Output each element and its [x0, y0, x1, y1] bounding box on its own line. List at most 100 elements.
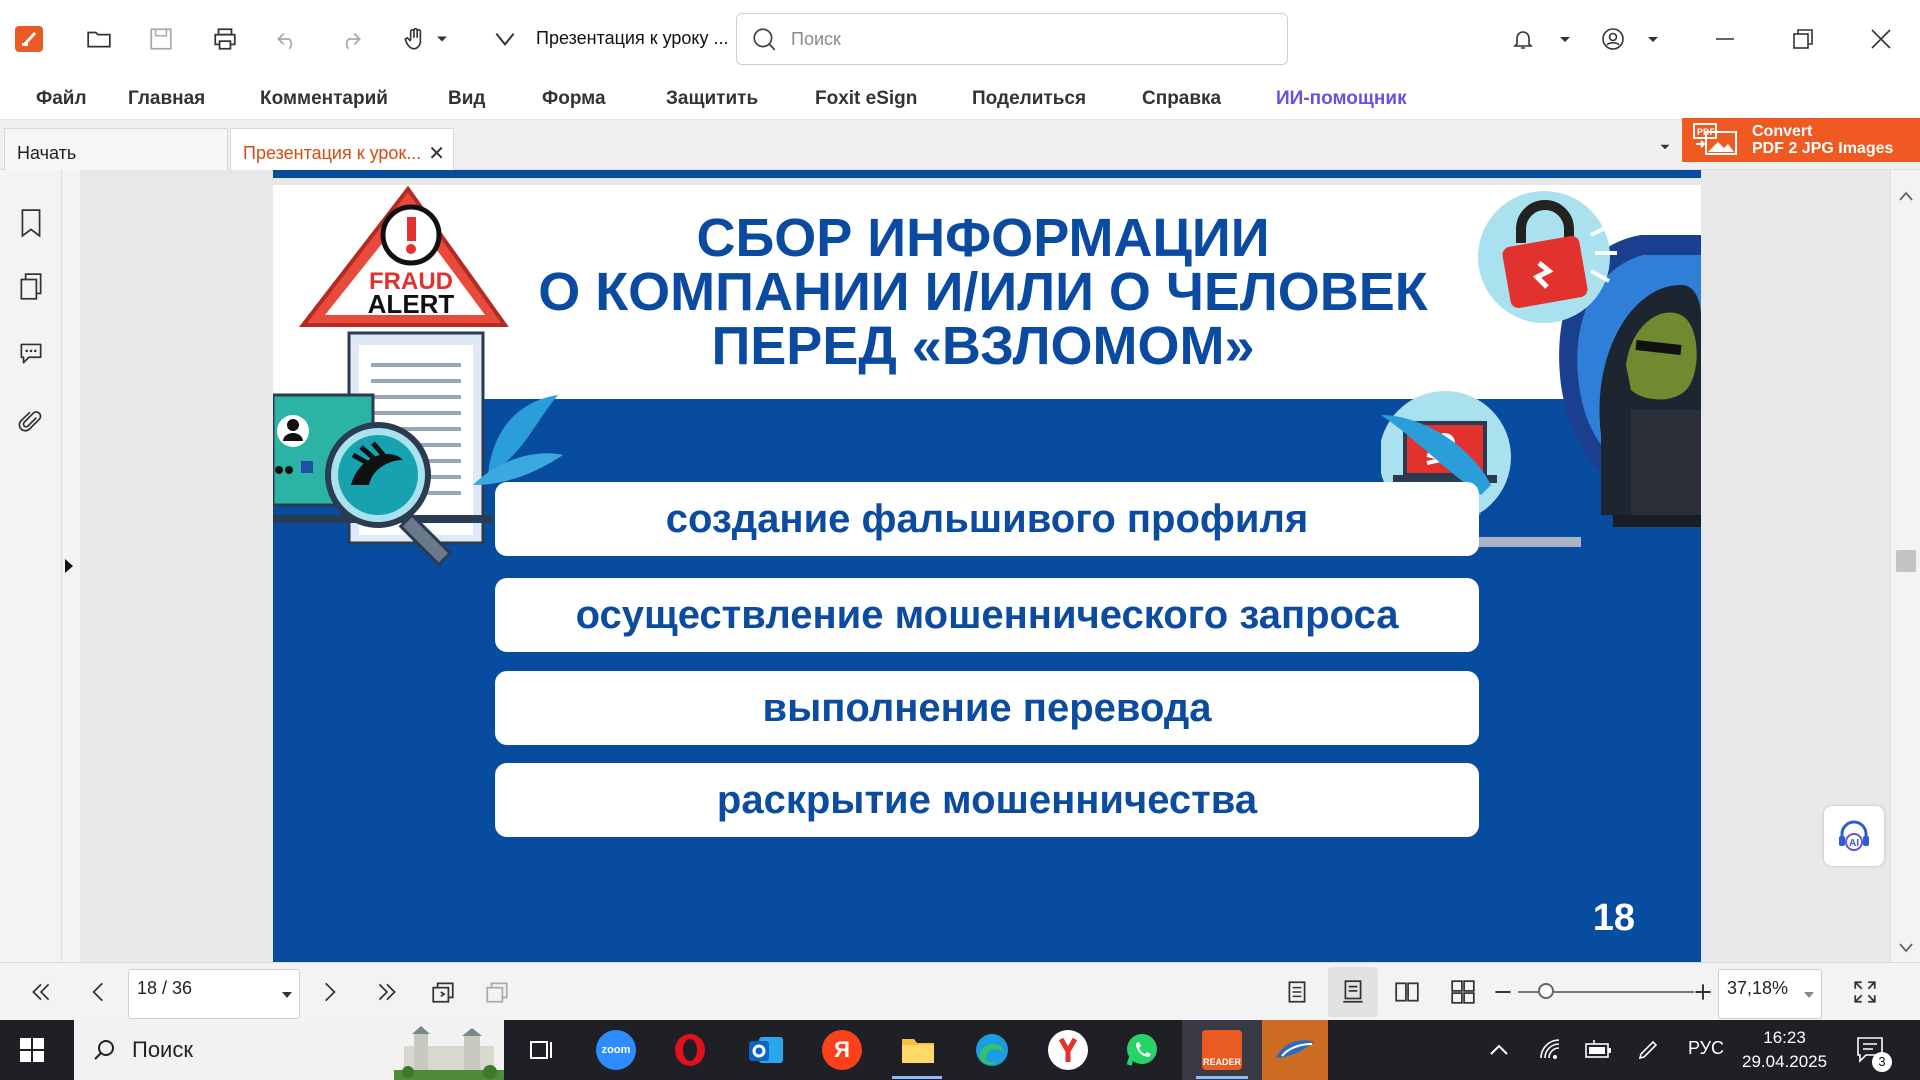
hand-tool-icon[interactable]: [398, 22, 432, 56]
tray-overflow-icon[interactable]: [1488, 1040, 1510, 1060]
whatsapp-app-icon[interactable]: [1122, 1030, 1162, 1070]
extra-app-icon: [1276, 1040, 1314, 1058]
page-dropdown-icon[interactable]: [281, 990, 293, 1000]
next-view-icon[interactable]: [482, 977, 512, 1007]
expand-panel-arrow-icon[interactable]: [64, 558, 74, 574]
slide-page-number: 18: [1592, 897, 1635, 939]
minimize-icon[interactable]: [1702, 18, 1748, 60]
notifications-bell-icon[interactable]: [1500, 18, 1546, 60]
status-bar: 18 / 36 37,18%: [0, 962, 1920, 1020]
menu-esign[interactable]: Foxit eSign: [815, 88, 917, 110]
taskbar-search-icon: [94, 1040, 114, 1060]
tab-bar: Начать Презентация к урок... ✕: [0, 120, 1920, 170]
windows-start-icon[interactable]: [20, 1038, 44, 1062]
quick-access-dropdown-icon[interactable]: [488, 22, 522, 56]
close-window-icon[interactable]: [1858, 18, 1904, 60]
search-input[interactable]: [791, 28, 1251, 50]
hand-tool-dropdown-icon[interactable]: [432, 22, 452, 56]
first-page-icon[interactable]: [26, 977, 56, 1007]
pages-icon[interactable]: [16, 270, 46, 304]
menu-help[interactable]: Справка: [1142, 88, 1221, 110]
taskbar-search-label: Поиск: [132, 1037, 193, 1062]
battery-icon[interactable]: [1584, 1038, 1612, 1062]
menu-ai-assistant[interactable]: ИИ-помощник: [1276, 88, 1407, 110]
zoom-dropdown-icon[interactable]: [1803, 990, 1815, 1000]
task-view-icon[interactable]: [522, 1030, 562, 1070]
zoom-in-icon[interactable]: [1688, 977, 1718, 1007]
continuous-view-icon[interactable]: [1328, 967, 1378, 1017]
attachment-icon[interactable]: [16, 406, 46, 440]
restore-icon[interactable]: [1780, 18, 1826, 60]
extra-app-task[interactable]: [1262, 1020, 1328, 1080]
foxit-logo-icon[interactable]: [15, 26, 43, 52]
bookmark-icon[interactable]: [16, 206, 46, 240]
close-tab-icon[interactable]: ✕: [428, 141, 445, 166]
input-language[interactable]: РУС: [1688, 1038, 1724, 1059]
next-page-icon[interactable]: [314, 977, 344, 1007]
menu-form[interactable]: Форма: [542, 88, 606, 110]
taskbar-search-box[interactable]: Поиск: [74, 1020, 504, 1080]
open-folder-icon[interactable]: [82, 22, 116, 56]
slide-title-line-1: СБОР ИНФОРМАЦИИ: [696, 208, 1270, 268]
edge-app-icon[interactable]: [972, 1030, 1012, 1070]
slide-title: СБОР ИНФОРМАЦИИ О КОМПАНИИ И/ИЛИ О ЧЕЛОВ…: [503, 211, 1463, 373]
tab-start[interactable]: Начать: [4, 128, 228, 170]
left-navigation-panel: [0, 170, 62, 962]
clock-date: 29.04.2025: [1742, 1052, 1828, 1071]
pen-icon[interactable]: [1636, 1038, 1660, 1062]
menu-share[interactable]: Поделиться: [972, 88, 1086, 110]
menu-comment[interactable]: Комментарий: [260, 88, 388, 110]
yandex-browser-icon[interactable]: [1048, 1030, 1088, 1070]
zoom-app-icon[interactable]: zoom: [596, 1030, 636, 1070]
redo-icon[interactable]: [334, 22, 368, 56]
menu-file[interactable]: Файл: [36, 88, 87, 110]
file-explorer-icon[interactable]: [898, 1030, 938, 1070]
opera-app-icon[interactable]: [670, 1030, 710, 1070]
vertical-scrollbar[interactable]: [1890, 170, 1920, 962]
outlook-app-icon[interactable]: [746, 1030, 786, 1070]
search-box[interactable]: [736, 13, 1288, 65]
foxit-active-indicator: [1196, 1076, 1248, 1079]
previous-page-icon[interactable]: [84, 977, 114, 1007]
menu-home[interactable]: Главная: [128, 88, 205, 110]
scroll-down-arrow-icon[interactable]: [1898, 942, 1914, 954]
previous-slide-edge: [273, 170, 1701, 178]
network-icon[interactable]: [1538, 1038, 1562, 1062]
convert-ad-line2: PDF 2 JPG Images: [1752, 140, 1894, 157]
last-page-icon[interactable]: [372, 977, 402, 1007]
print-icon[interactable]: [208, 22, 242, 56]
system-clock[interactable]: 16:23 29.04.2025: [1742, 1026, 1827, 1074]
single-page-view-icon[interactable]: [1282, 977, 1312, 1007]
notifications-dropdown-icon[interactable]: [1548, 18, 1582, 60]
ai-headset-icon: AI: [1839, 820, 1869, 851]
account-dropdown-icon[interactable]: [1636, 18, 1670, 60]
clock-time: 16:23: [1763, 1028, 1806, 1047]
pdf-jpg-icon: PDF: [1693, 123, 1737, 155]
foxit-reader-task-active[interactable]: READER: [1182, 1020, 1262, 1080]
continuous-facing-view-icon[interactable]: [1448, 977, 1478, 1007]
comments-icon[interactable]: [16, 336, 46, 370]
convert-pdf-ad-banner[interactable]: PDF Convert PDF 2 JPG Images: [1682, 118, 1920, 162]
search-icon: [753, 28, 776, 51]
scroll-up-arrow-icon[interactable]: [1898, 190, 1914, 202]
fullscreen-icon[interactable]: [1850, 977, 1880, 1007]
facing-view-icon[interactable]: [1392, 977, 1422, 1007]
tab-presentation[interactable]: Презентация к урок... ✕: [230, 128, 454, 170]
tabs-dropdown-icon[interactable]: [1656, 138, 1674, 156]
previous-view-icon[interactable]: [428, 977, 458, 1007]
tab-presentation-label: Презентация к урок...: [243, 143, 422, 163]
account-icon[interactable]: [1590, 18, 1636, 60]
menu-view[interactable]: Вид: [448, 88, 485, 110]
zoom-slider-handle[interactable]: [1538, 983, 1554, 999]
zoom-level-field[interactable]: 37,18%: [1718, 969, 1822, 1019]
slide-item-2: осуществление мошеннического запроса: [495, 578, 1479, 652]
zoom-out-icon[interactable]: [1488, 977, 1518, 1007]
menu-protect[interactable]: Защитить: [666, 88, 758, 110]
page-number-field[interactable]: 18 / 36: [128, 969, 300, 1019]
scrollbar-thumb[interactable]: [1896, 550, 1916, 572]
save-icon[interactable]: [144, 22, 178, 56]
undo-icon[interactable]: [270, 22, 304, 56]
ai-assistant-floating-button[interactable]: AI: [1824, 806, 1884, 866]
yandex-app-icon[interactable]: Я: [822, 1030, 862, 1070]
slide-page: FRAUD ALERT СБОР ИНФОРМАЦИИ О КОМПАНИИ И…: [273, 185, 1701, 962]
